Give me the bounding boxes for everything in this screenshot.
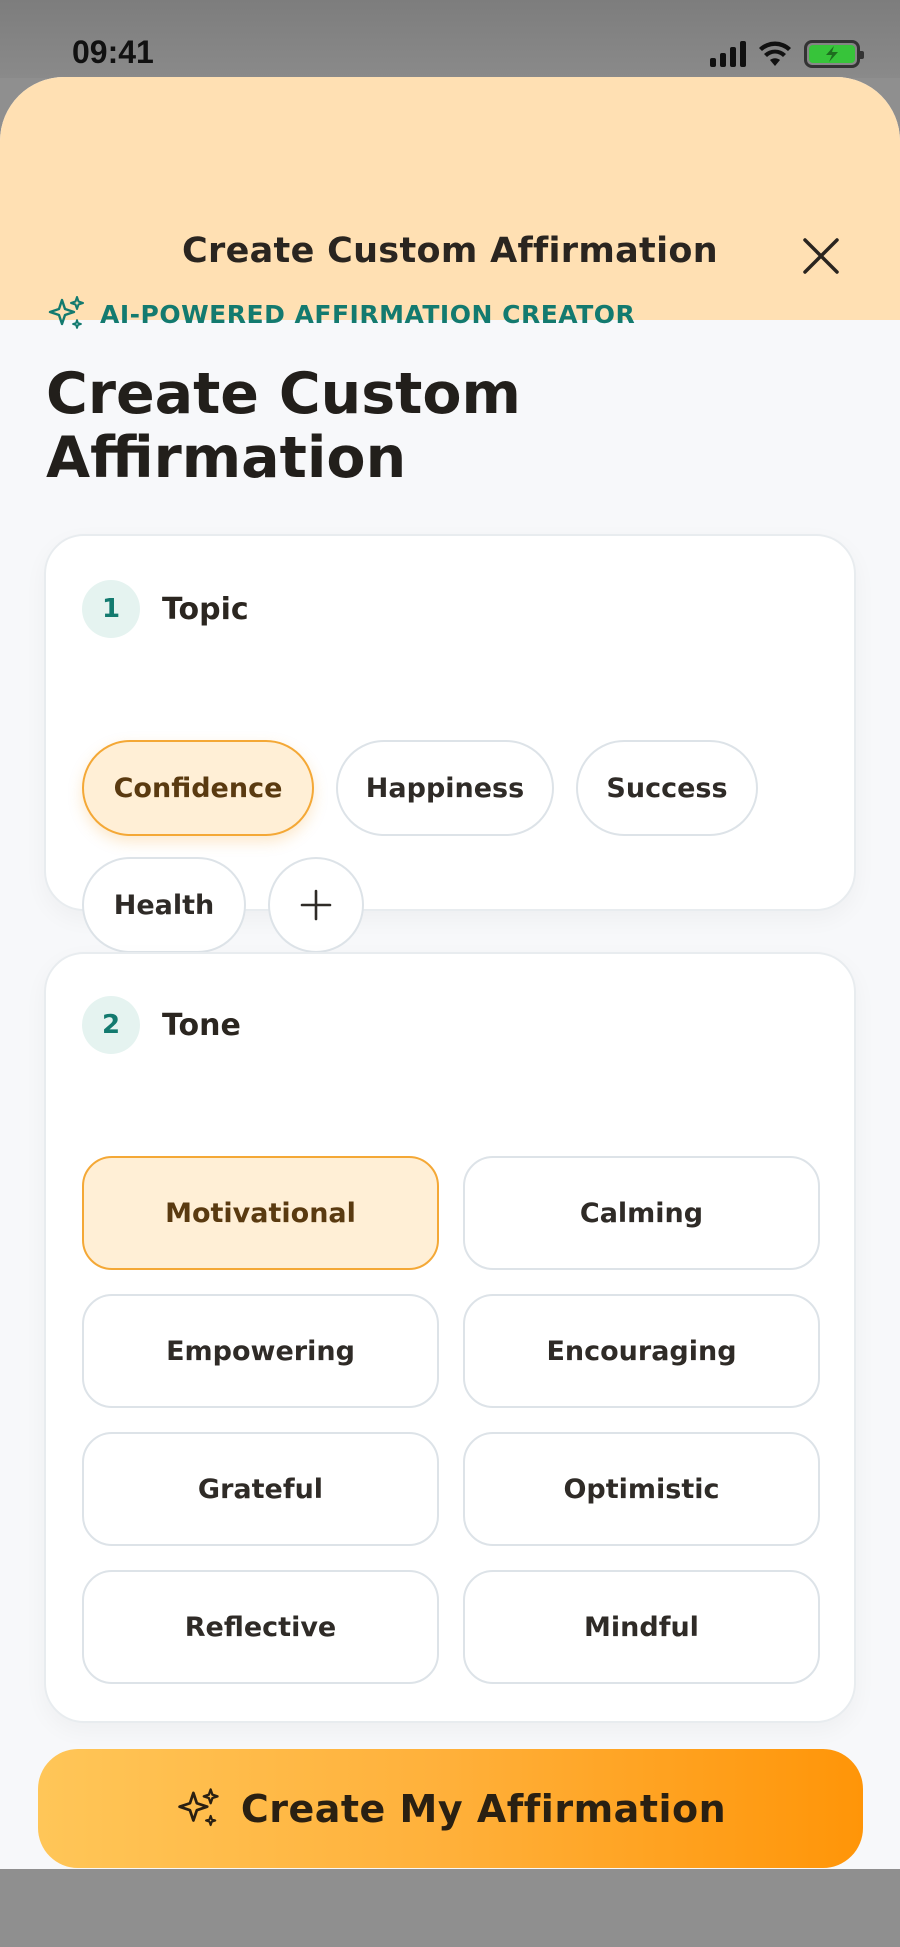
plus-icon <box>300 889 332 921</box>
tone-option-reflective[interactable]: Reflective <box>82 1570 439 1684</box>
tone-label: Tone <box>162 1007 241 1043</box>
tone-option-empowering[interactable]: Empowering <box>82 1294 439 1408</box>
add-topic-button[interactable] <box>268 857 364 953</box>
tone-step-header: 2 Tone <box>82 996 241 1054</box>
topic-chip-confidence[interactable]: Confidence <box>82 740 314 836</box>
tone-option-mindful[interactable]: Mindful <box>463 1570 820 1684</box>
battery-icon <box>804 40 864 68</box>
tone-option-optimistic[interactable]: Optimistic <box>463 1432 820 1546</box>
topic-card: 1 Topic Confidence Happiness Success Hea… <box>44 534 856 953</box>
tone-option-grateful[interactable]: Grateful <box>82 1432 439 1546</box>
topic-step-header: 1 Topic <box>82 580 249 638</box>
tone-card: 2 Tone Motivational Calming Empowering E… <box>44 952 856 1723</box>
topic-label: Topic <box>162 591 249 627</box>
close-button[interactable] <box>800 235 842 277</box>
topic-chip-success[interactable]: Success <box>576 740 758 836</box>
page-title: Create Custom Affirmation <box>46 361 521 491</box>
topic-chip-health[interactable]: Health <box>82 857 246 953</box>
tone-option-calming[interactable]: Calming <box>463 1156 820 1270</box>
status-time: 09:41 <box>72 34 154 70</box>
topic-chip-happiness[interactable]: Happiness <box>336 740 554 836</box>
cellular-signal-icon <box>710 41 746 67</box>
sheet-title: Create Custom Affirmation <box>182 231 718 271</box>
ai-eyebrow: AI-POWERED AFFIRMATION CREATOR <box>46 294 635 334</box>
create-affirmation-button[interactable]: Create My Affirmation <box>38 1749 863 1868</box>
bottom-overlay <box>0 1869 900 1947</box>
create-affirmation-label: Create My Affirmation <box>240 1786 727 1831</box>
tone-option-motivational[interactable]: Motivational <box>82 1156 439 1270</box>
sheet-header: Create Custom Affirmation <box>0 77 900 320</box>
eyebrow-text: AI-POWERED AFFIRMATION CREATOR <box>100 299 636 329</box>
wifi-icon <box>759 41 791 66</box>
step-number-badge: 2 <box>82 996 140 1054</box>
close-icon <box>803 238 839 274</box>
sparkles-icon <box>178 1787 219 1826</box>
step-number-badge: 1 <box>82 580 140 638</box>
tone-option-encouraging[interactable]: Encouraging <box>463 1294 820 1408</box>
sparkles-icon <box>48 296 84 329</box>
status-icons <box>710 40 864 68</box>
status-bar: 09:41 <box>0 0 900 78</box>
